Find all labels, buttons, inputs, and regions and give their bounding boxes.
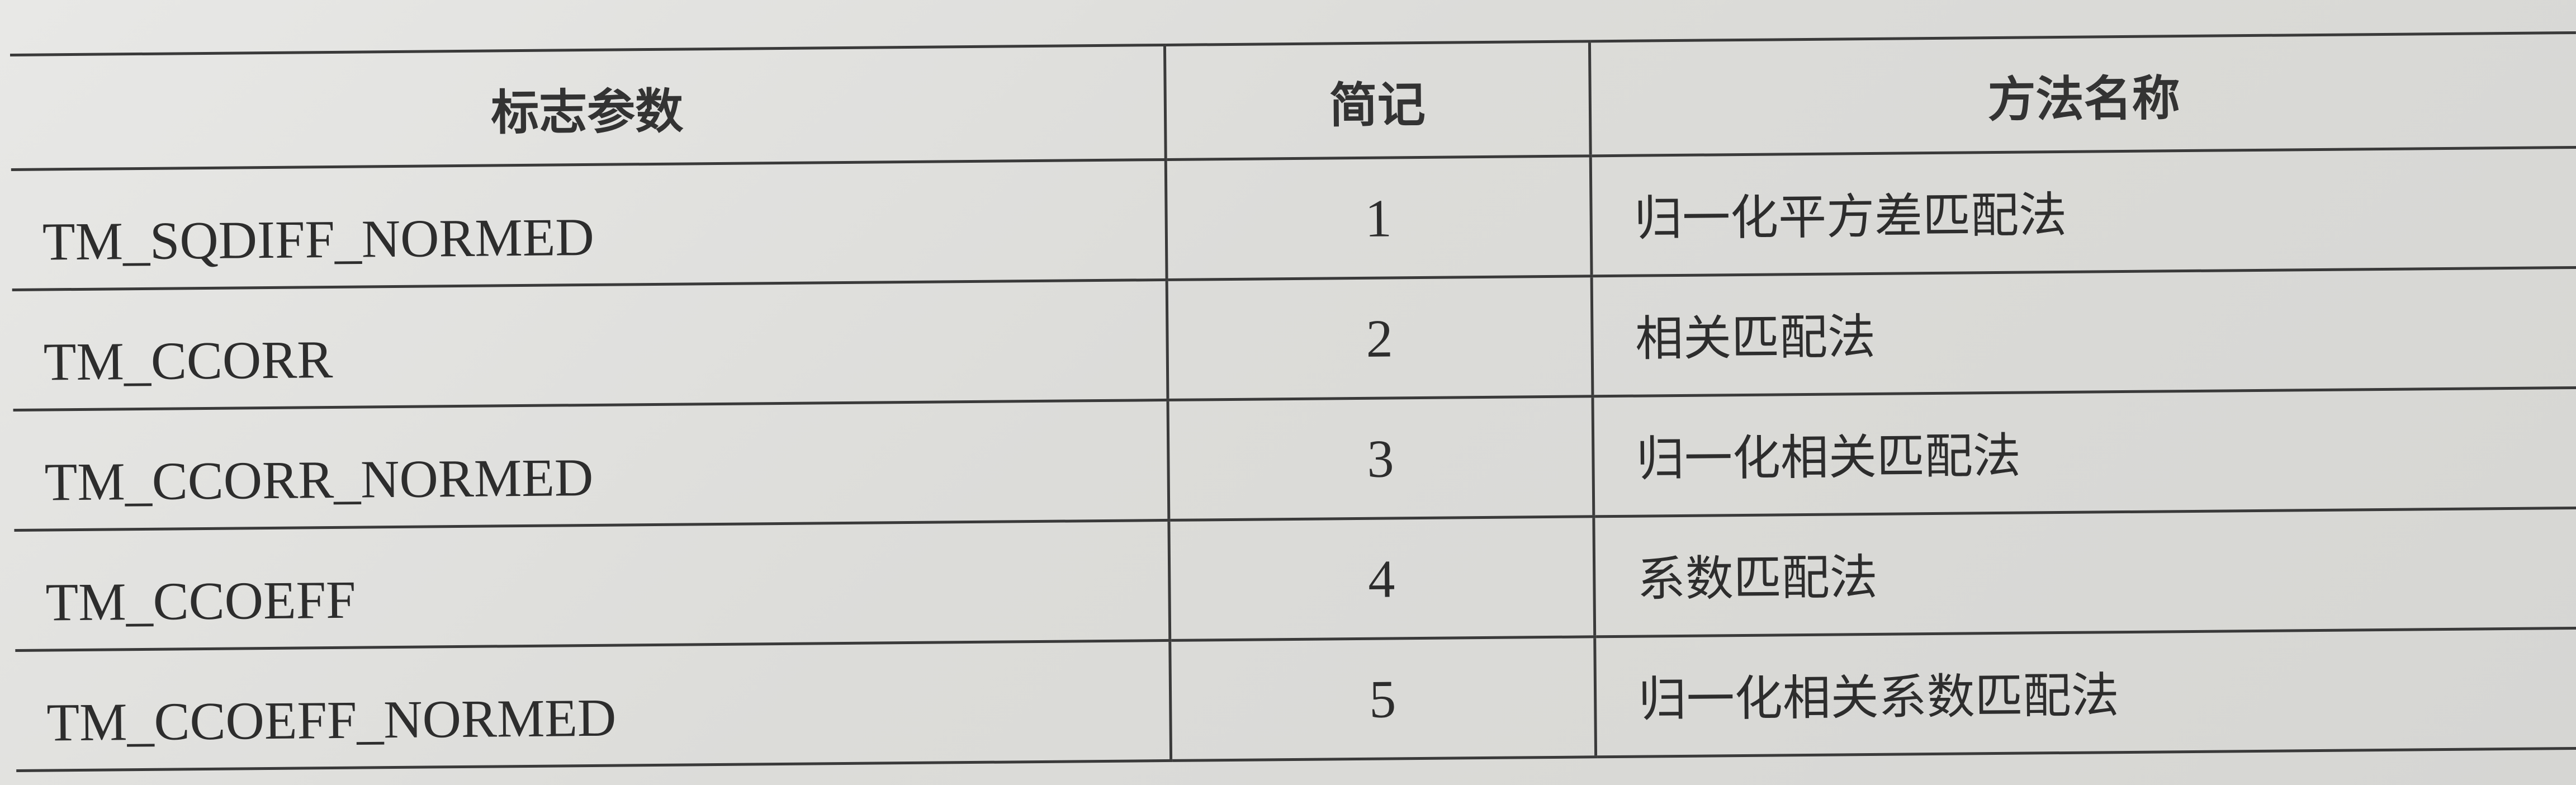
flag-cell: TM_CCORR xyxy=(12,280,1168,410)
flag-cell: TM_SQDIFF_NORMED xyxy=(11,159,1167,290)
header-row: 标志参数 简记 方法名称 xyxy=(10,32,2576,170)
flag-cell: TM_CCOEFF_NORMED xyxy=(15,640,1171,771)
table-row: TM_CCOEFF_NORMED 5 归一化相关系数匹配法 xyxy=(15,628,2576,771)
flag-cell: TM_CCORR_NORMED xyxy=(13,400,1169,531)
abbr-cell: 2 xyxy=(1166,276,1593,400)
header-method: 方法名称 xyxy=(1589,32,2576,156)
header-flag: 标志参数 xyxy=(10,45,1166,170)
page: 标志参数 简记 方法名称 TM_SQDIFF_NORMED 1 归一化平方差匹配… xyxy=(0,0,2576,785)
method-cell: 相关匹配法 xyxy=(1591,267,2576,396)
method-cell: 归一化平方差匹配法 xyxy=(1590,147,2576,276)
template-matching-methods-table: 标志参数 简记 方法名称 TM_SQDIFF_NORMED 1 归一化平方差匹配… xyxy=(10,31,2576,772)
method-cell: 归一化相关系数匹配法 xyxy=(1594,628,2576,757)
abbr-cell: 4 xyxy=(1168,516,1595,641)
table-row: TM_CCOEFF 4 系数匹配法 xyxy=(14,508,2576,651)
table-container: 标志参数 简记 方法名称 TM_SQDIFF_NORMED 1 归一化平方差匹配… xyxy=(10,31,2576,772)
header-abbr: 简记 xyxy=(1164,41,1590,160)
table-row: TM_CCORR_NORMED 3 归一化相关匹配法 xyxy=(13,387,2576,531)
flag-cell: TM_CCOEFF xyxy=(14,520,1170,651)
table-row: TM_SQDIFF_NORMED 1 归一化平方差匹配法 xyxy=(11,147,2576,290)
abbr-cell: 1 xyxy=(1165,155,1592,280)
method-cell: 归一化相关匹配法 xyxy=(1592,387,2576,517)
abbr-cell: 5 xyxy=(1169,636,1596,761)
table-row: TM_CCORR 2 相关匹配法 xyxy=(12,267,2576,410)
method-cell: 系数匹配法 xyxy=(1593,508,2576,637)
abbr-cell: 3 xyxy=(1167,396,1594,521)
